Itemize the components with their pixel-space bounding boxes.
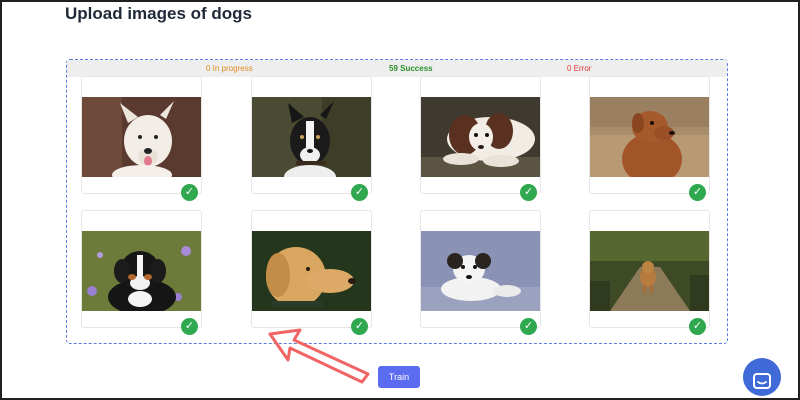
dog-photo bbox=[590, 231, 709, 311]
arrow-annotation bbox=[268, 328, 370, 384]
page-title: Upload images of dogs bbox=[65, 4, 253, 23]
train-button[interactable]: Train bbox=[378, 366, 420, 388]
image-dropzone[interactable]: 0 In progress 59 Success 0 Error ✓ ✓ ✓ ✓… bbox=[66, 59, 728, 344]
chat-launcher-button[interactable] bbox=[743, 358, 781, 396]
dog-photo bbox=[590, 97, 709, 177]
image-card[interactable]: ✓ bbox=[589, 76, 710, 201]
in-progress-count: 0 In progress bbox=[206, 64, 253, 73]
image-card[interactable]: ✓ bbox=[251, 210, 372, 335]
image-card[interactable]: ✓ bbox=[420, 210, 541, 335]
dog-photo bbox=[421, 231, 540, 311]
upload-status-bar: 0 In progress 59 Success 0 Error bbox=[67, 60, 727, 77]
check-icon: ✓ bbox=[181, 318, 198, 335]
dog-photo bbox=[252, 231, 371, 311]
dog-photo bbox=[82, 97, 201, 177]
chat-icon bbox=[753, 372, 771, 389]
image-card[interactable]: ✓ bbox=[81, 210, 202, 335]
error-count: 0 Error bbox=[567, 64, 592, 73]
check-icon: ✓ bbox=[689, 184, 706, 201]
image-card[interactable]: ✓ bbox=[589, 210, 710, 335]
check-icon: ✓ bbox=[520, 184, 537, 201]
image-card[interactable]: ✓ bbox=[251, 76, 372, 201]
dog-photo bbox=[252, 97, 371, 177]
success-count: 59 Success bbox=[389, 64, 433, 73]
check-icon: ✓ bbox=[351, 184, 368, 201]
check-icon: ✓ bbox=[520, 318, 537, 335]
image-card[interactable]: ✓ bbox=[420, 76, 541, 201]
dog-photo bbox=[421, 97, 540, 177]
check-icon: ✓ bbox=[181, 184, 198, 201]
image-card[interactable]: ✓ bbox=[81, 76, 202, 201]
check-icon: ✓ bbox=[689, 318, 706, 335]
dog-photo bbox=[82, 231, 201, 311]
